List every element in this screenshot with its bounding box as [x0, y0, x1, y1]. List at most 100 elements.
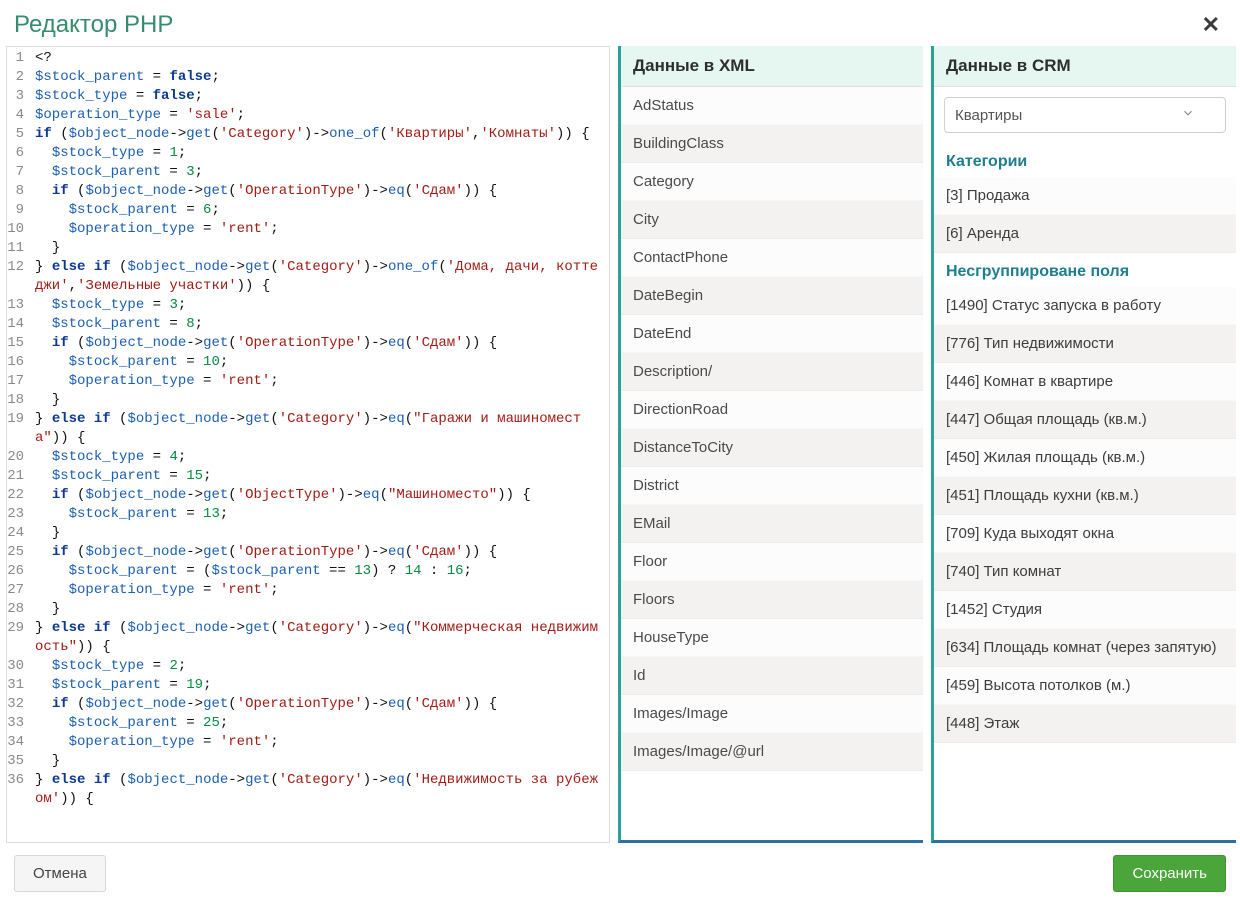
crm-field-item[interactable]: [447] Общая площадь (кв.м.) [934, 401, 1236, 439]
code-line[interactable]: } [35, 239, 605, 258]
code-line[interactable]: $stock_type = 1; [35, 144, 605, 163]
line-number: 1 [7, 49, 24, 68]
crm-body: Квартиры Категории [3] Продажа[6] Аренда… [934, 87, 1236, 840]
code-line[interactable]: if ($object_node->get('OperationType')->… [35, 543, 605, 562]
crm-category-item[interactable]: [6] Аренда [934, 215, 1236, 253]
crm-field-item[interactable]: [446] Комнат в квартире [934, 363, 1236, 401]
crm-field-item[interactable]: [709] Куда выходят окна [934, 515, 1236, 553]
crm-panel-title: Данные в CRM [934, 46, 1236, 87]
code-content[interactable]: <?$stock_parent = false;$stock_type = fa… [31, 47, 609, 842]
crm-field-item[interactable]: [451] Площадь кухни (кв.м.) [934, 477, 1236, 515]
code-line[interactable]: $operation_type = 'rent'; [35, 372, 605, 391]
code-line[interactable]: $stock_parent = 13; [35, 505, 605, 524]
line-number: 35 [7, 752, 24, 771]
footer: Отмена Сохранить [0, 843, 1240, 904]
crm-field-item[interactable]: [448] Этаж [934, 705, 1236, 743]
code-line[interactable]: } [35, 752, 605, 771]
crm-field-item[interactable]: [634] Площадь комнат (через запятую) [934, 629, 1236, 667]
crm-field-item[interactable]: [1490] Статус запуска в работу [934, 287, 1236, 325]
close-icon[interactable]: ✕ [1196, 10, 1226, 40]
crm-section-fields: Несгруппироване поля [934, 253, 1236, 287]
xml-list: AdStatusBuildingClassCategoryCityContact… [621, 87, 923, 840]
line-number: 7 [7, 163, 24, 182]
xml-item[interactable]: Floors [621, 581, 923, 619]
code-line[interactable]: $stock_parent = false; [35, 68, 605, 87]
code-line[interactable]: $stock_parent = 19; [35, 676, 605, 695]
xml-item[interactable]: Images/Image [621, 695, 923, 733]
save-button[interactable]: Сохранить [1113, 855, 1226, 892]
code-editor[interactable]: 1234567891011121314151617181920212223242… [6, 46, 610, 843]
crm-field-item[interactable]: [1452] Студия [934, 591, 1236, 629]
code-line[interactable]: $operation_type = 'rent'; [35, 581, 605, 600]
xml-item[interactable]: Id [621, 657, 923, 695]
code-line[interactable]: } [35, 391, 605, 410]
line-number: 4 [7, 106, 24, 125]
xml-item[interactable]: Images/Image/@url [621, 733, 923, 771]
line-number: 31 [7, 676, 24, 695]
code-line[interactable]: $operation_type = 'rent'; [35, 733, 605, 752]
code-line[interactable]: $stock_parent = 8; [35, 315, 605, 334]
code-line[interactable]: } else if ($object_node->get('Category')… [35, 410, 605, 448]
crm-field-item[interactable]: [740] Тип комнат [934, 553, 1236, 591]
xml-panel: Данные в XML AdStatusBuildingClassCatego… [618, 46, 923, 843]
main-area: 1234567891011121314151617181920212223242… [0, 46, 1240, 843]
crm-field-item[interactable]: [459] Высота потолков (м.) [934, 667, 1236, 705]
code-line[interactable]: } else if ($object_node->get('Category')… [35, 619, 605, 657]
code-line[interactable]: } [35, 600, 605, 619]
xml-item[interactable]: ContactPhone [621, 239, 923, 277]
xml-item[interactable]: Description/ [621, 353, 923, 391]
xml-item[interactable]: DateEnd [621, 315, 923, 353]
line-number: 10 [7, 220, 24, 239]
code-line[interactable]: if ($object_node->get('ObjectType')->eq(… [35, 486, 605, 505]
code-line[interactable]: } else if ($object_node->get('Category')… [35, 771, 605, 809]
line-number: 29 [7, 619, 24, 657]
crm-field-item[interactable]: [450] Жилая площадь (кв.м.) [934, 439, 1236, 477]
code-line[interactable]: $stock_parent = ($stock_parent == 13) ? … [35, 562, 605, 581]
code-line[interactable]: $stock_parent = 25; [35, 714, 605, 733]
code-line[interactable]: $stock_type = 3; [35, 296, 605, 315]
line-number: 20 [7, 448, 24, 467]
code-line[interactable]: $operation_type = 'sale'; [35, 106, 605, 125]
crm-field-item[interactable]: [776] Тип недвижимости [934, 325, 1236, 363]
xml-item[interactable]: AdStatus [621, 87, 923, 125]
xml-item[interactable]: District [621, 467, 923, 505]
xml-item[interactable]: DirectionRoad [621, 391, 923, 429]
xml-item[interactable]: City [621, 201, 923, 239]
line-number: 24 [7, 524, 24, 543]
line-number: 16 [7, 353, 24, 372]
page-title: Редактор PHP [14, 11, 173, 39]
code-line[interactable]: if ($object_node->get('OperationType')->… [35, 182, 605, 201]
crm-category-select[interactable]: Квартиры [944, 97, 1226, 133]
code-line[interactable]: } [35, 524, 605, 543]
code-line[interactable]: $stock_parent = 10; [35, 353, 605, 372]
code-line[interactable]: } else if ($object_node->get('Category')… [35, 258, 605, 296]
xml-item[interactable]: DateBegin [621, 277, 923, 315]
code-line[interactable]: if ($object_node->get('OperationType')->… [35, 334, 605, 353]
code-line[interactable]: <? [35, 49, 605, 68]
xml-item[interactable]: Category [621, 163, 923, 201]
header: Редактор PHP ✕ [0, 0, 1240, 46]
line-number: 28 [7, 600, 24, 619]
code-line[interactable]: if ($object_node->get('OperationType')->… [35, 695, 605, 714]
code-line[interactable]: $stock_type = 2; [35, 657, 605, 676]
line-number: 26 [7, 562, 24, 581]
cancel-button[interactable]: Отмена [14, 855, 106, 892]
line-number: 11 [7, 239, 24, 258]
code-line[interactable]: $stock_type = false; [35, 87, 605, 106]
code-line[interactable]: $stock_parent = 6; [35, 201, 605, 220]
crm-category-item[interactable]: [3] Продажа [934, 177, 1236, 215]
crm-select-wrap: Квартиры [934, 87, 1236, 143]
line-number: 27 [7, 581, 24, 600]
code-line[interactable]: $stock_parent = 3; [35, 163, 605, 182]
xml-item[interactable]: Floor [621, 543, 923, 581]
line-number: 25 [7, 543, 24, 562]
code-line[interactable]: $operation_type = 'rent'; [35, 220, 605, 239]
code-line[interactable]: if ($object_node->get('Category')->one_o… [35, 125, 605, 144]
xml-item[interactable]: HouseType [621, 619, 923, 657]
xml-item[interactable]: EMail [621, 505, 923, 543]
xml-item[interactable]: DistanceToCity [621, 429, 923, 467]
crm-select-value: Квартиры [955, 107, 1022, 124]
code-line[interactable]: $stock_type = 4; [35, 448, 605, 467]
code-line[interactable]: $stock_parent = 15; [35, 467, 605, 486]
xml-item[interactable]: BuildingClass [621, 125, 923, 163]
